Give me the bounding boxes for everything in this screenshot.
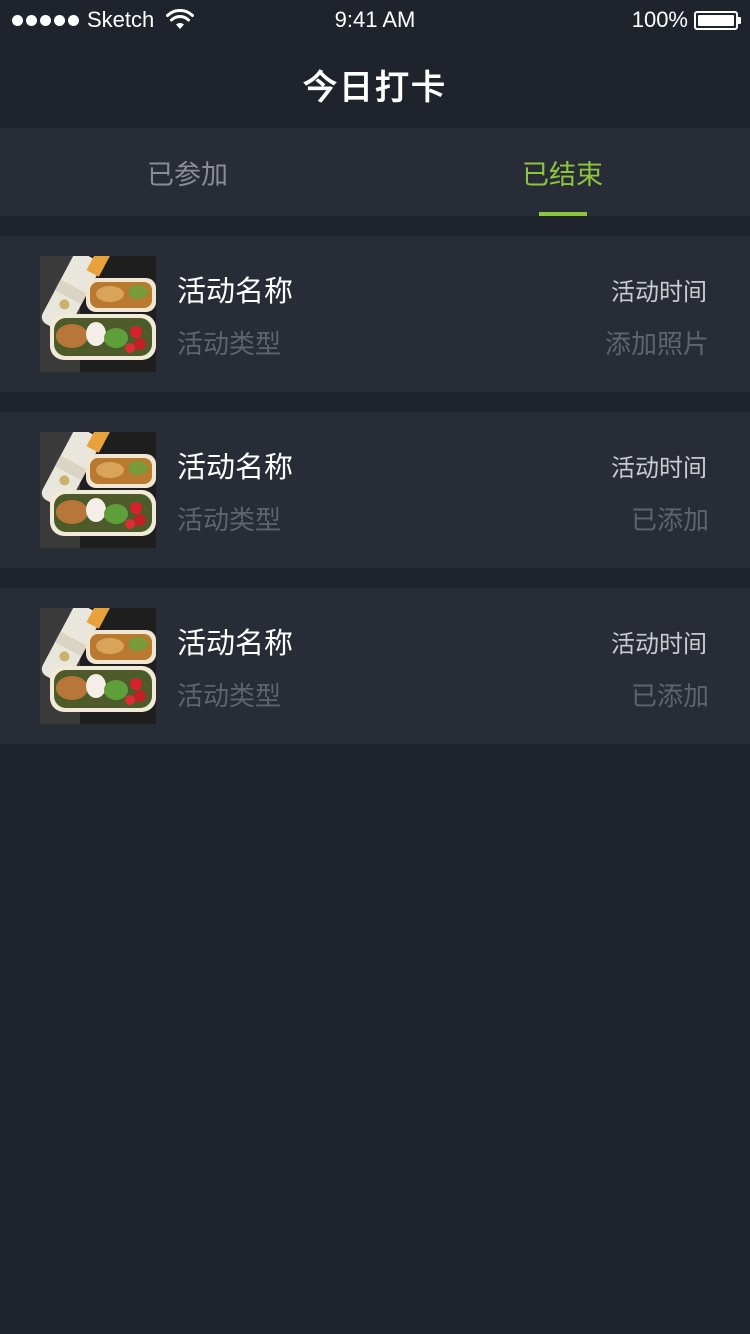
- activity-time: 活动时间: [611, 630, 707, 658]
- tab-joined-label: 已参加: [147, 159, 228, 191]
- battery-icon: [694, 10, 741, 30]
- status-right: 100%: [631, 0, 741, 40]
- photo-status: 已添加: [630, 682, 709, 712]
- activity-name: 活动名称: [177, 274, 294, 308]
- list-item[interactable]: 活动名称 活动类型 活动时间 已添加: [0, 588, 750, 744]
- activity-type: 活动类型: [177, 682, 282, 712]
- list-item[interactable]: 活动名称 活动类型 活动时间 添加照片: [0, 236, 750, 392]
- photo-status: 已添加: [630, 506, 709, 536]
- activity-name: 活动名称: [177, 450, 294, 484]
- status-bar: Sketch 9:41 AM 100%: [0, 0, 750, 40]
- tab-joined[interactable]: 已参加: [0, 128, 375, 216]
- activity-type: 活动类型: [177, 330, 282, 360]
- activity-list: 活动名称 活动类型 活动时间 添加照片 活动名称 活动类型 活动时间 已添加 活…: [0, 236, 750, 764]
- activity-type: 活动类型: [177, 506, 282, 536]
- activity-time: 活动时间: [611, 278, 707, 306]
- battery-percentage: 100%: [631, 7, 688, 32]
- activity-thumbnail: [40, 256, 156, 372]
- tab-ended[interactable]: 已结束: [375, 128, 750, 216]
- page-title: 今日打卡: [303, 67, 447, 108]
- add-photo-button[interactable]: 添加照片: [605, 324, 709, 361]
- activity-time: 活动时间: [611, 454, 707, 482]
- list-item[interactable]: 活动名称 活动类型 活动时间 已添加: [0, 412, 750, 568]
- activity-name: 活动名称: [177, 626, 294, 660]
- activity-thumbnail: [40, 608, 156, 724]
- navigation-bar: 今日打卡: [0, 40, 750, 128]
- active-tab-indicator: [538, 212, 587, 216]
- tab-ended-label: 已结束: [522, 159, 603, 191]
- tab-bar: 已参加 已结束: [0, 128, 750, 216]
- activity-thumbnail: [40, 432, 156, 548]
